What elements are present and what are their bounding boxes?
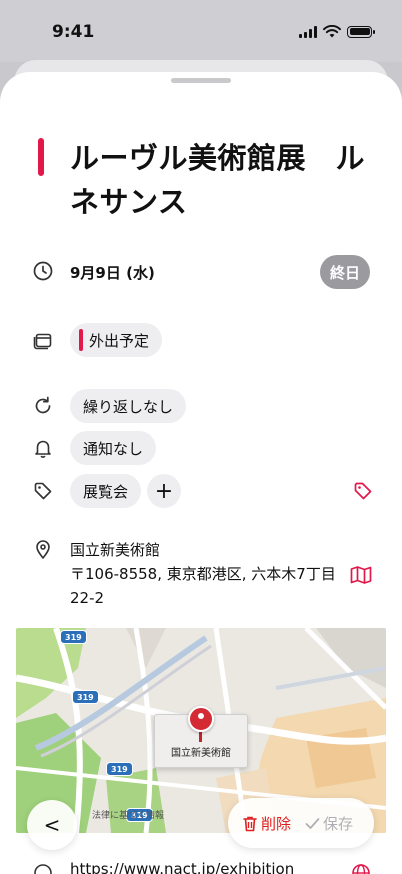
tag-edit-icon[interactable] bbox=[352, 480, 374, 502]
map-pin-stem bbox=[199, 732, 202, 742]
calendar-color-mark bbox=[79, 329, 83, 351]
map-pin-icon[interactable] bbox=[188, 706, 214, 732]
cellular-signal-icon bbox=[299, 25, 317, 38]
location-name: 国立新美術館 bbox=[70, 541, 161, 559]
calendar-icon bbox=[32, 329, 54, 351]
status-bar: 9:41 bbox=[0, 0, 402, 62]
event-url[interactable]: https://www.nact.jp/exhibition bbox=[70, 860, 294, 874]
calendar-chip[interactable]: 外出予定 bbox=[70, 323, 163, 357]
bell-icon bbox=[32, 437, 54, 459]
battery-icon bbox=[347, 25, 375, 38]
status-time: 9:41 bbox=[52, 22, 95, 42]
map-icon[interactable] bbox=[349, 564, 373, 586]
map-legal-link[interactable]: 法律に基づく情報 bbox=[92, 808, 164, 821]
wifi-icon bbox=[323, 25, 341, 38]
all-day-toggle[interactable]: 終日 bbox=[320, 255, 370, 289]
tag-icon bbox=[32, 480, 54, 502]
calendar-label: 外出予定 bbox=[89, 331, 150, 350]
action-pill: 削除 保存 bbox=[228, 798, 374, 848]
status-icons bbox=[299, 25, 375, 38]
tag-chip[interactable]: 展覧会 bbox=[70, 474, 142, 508]
road-shield: 319 bbox=[60, 630, 87, 644]
location-pin-icon bbox=[32, 538, 54, 560]
checkmark-icon bbox=[305, 817, 320, 829]
delete-button[interactable]: 削除 bbox=[242, 813, 291, 834]
add-tag-button[interactable]: + bbox=[147, 474, 181, 508]
road-shield: 319 bbox=[72, 690, 99, 704]
repeat-icon bbox=[32, 395, 54, 417]
clock-icon bbox=[32, 260, 54, 282]
repeat-chip[interactable]: 繰り返しなし bbox=[70, 389, 187, 423]
delete-label: 削除 bbox=[261, 814, 292, 833]
save-label: 保存 bbox=[323, 814, 354, 833]
save-button[interactable]: 保存 bbox=[305, 813, 353, 834]
globe-icon[interactable] bbox=[350, 862, 372, 874]
location-text[interactable]: 国立新美術館 〒106-8558, 東京都港区, 六本木7丁目22-2 bbox=[70, 538, 340, 610]
sheet-grabber[interactable] bbox=[171, 78, 231, 83]
event-title[interactable]: ルーヴル美術館展 ルネサンス bbox=[70, 136, 380, 224]
link-icon bbox=[32, 862, 54, 874]
trash-icon bbox=[243, 816, 257, 831]
event-date[interactable]: 9月9日 (水) bbox=[70, 262, 155, 283]
chevron-left-icon: < bbox=[43, 813, 61, 837]
event-detail-sheet: ルーヴル美術館展 ルネサンス 9月9日 (水) 終日 外出予定 繰り返しなし 通… bbox=[0, 72, 402, 874]
event-color-bar bbox=[38, 138, 44, 176]
map-pin-label: 国立新美術館 bbox=[171, 748, 231, 759]
location-address: 〒106-8558, 東京都港区, 六本木7丁目22-2 bbox=[70, 565, 336, 607]
back-button[interactable]: < bbox=[27, 800, 77, 850]
road-shield: 319 bbox=[106, 762, 133, 776]
notification-chip[interactable]: 通知なし bbox=[70, 431, 157, 465]
